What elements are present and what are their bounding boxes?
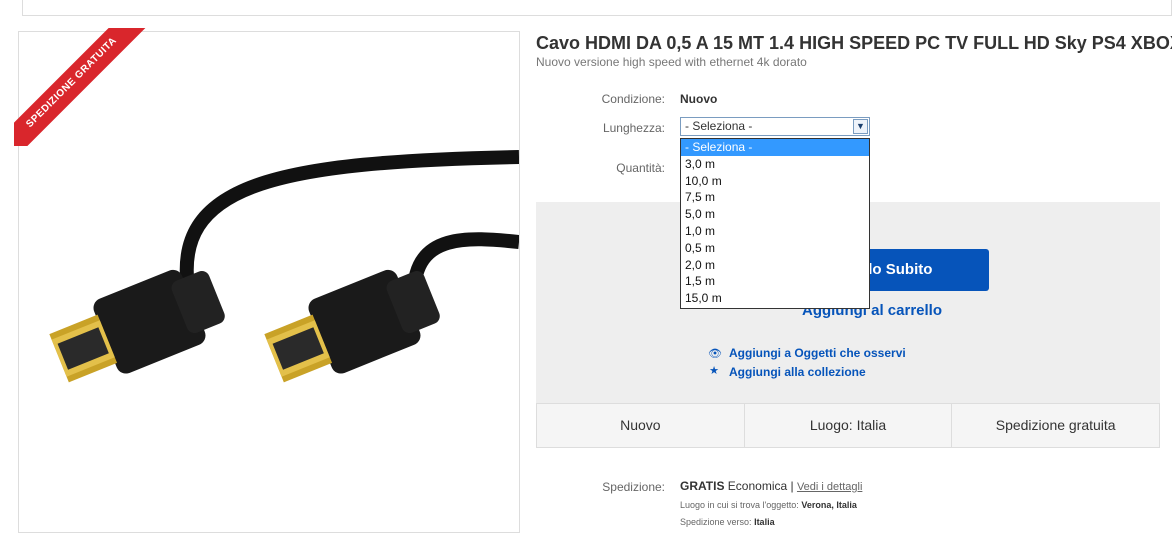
length-option[interactable]: 2,0 m xyxy=(681,257,869,274)
length-selected-value: - Seleziona - xyxy=(685,119,753,133)
ship-to: Spedizione verso: Italia xyxy=(680,517,775,527)
free-shipping-ribbon: SPEDIZIONE GRATUITA xyxy=(14,28,154,146)
ship-to-label: Spedizione verso: xyxy=(680,517,752,527)
item-location-value: Verona, Italia xyxy=(801,500,857,510)
attr-shipping: Spedizione gratuita xyxy=(951,404,1159,447)
length-select[interactable]: - Seleziona - ▼ xyxy=(680,117,870,136)
attr-condition: Nuovo xyxy=(620,417,661,433)
attr-location: Luogo: Italia xyxy=(743,404,952,447)
item-location: Luogo in cui si trova l'oggetto: Verona,… xyxy=(680,500,857,510)
collection-link[interactable]: Aggiungi alla collezione xyxy=(729,365,866,379)
item-location-label: Luogo in cui si trova l'oggetto: xyxy=(680,500,799,510)
shipping-label: Spedizione: xyxy=(602,480,665,494)
ship-to-value: Italia xyxy=(754,517,775,527)
length-option[interactable]: 10,0 m xyxy=(681,173,869,190)
length-option[interactable]: - Seleziona - xyxy=(681,139,869,156)
shipping-free: GRATIS xyxy=(680,479,725,493)
shipping-details-link[interactable]: Vedi i dettagli xyxy=(797,481,862,493)
length-label: Lunghezza: xyxy=(602,121,665,135)
shipping-line: GRATIS Economica | Vedi i dettagli xyxy=(680,479,862,493)
length-option[interactable]: 1,0 m xyxy=(681,223,869,240)
product-subtitle: Nuovo versione high speed with ethernet … xyxy=(536,55,807,69)
top-info-bar xyxy=(22,0,1172,16)
length-option[interactable]: 3,0 m xyxy=(681,156,869,173)
attribute-strip: Nuovo Luogo: Italia Spedizione gratuita xyxy=(536,403,1160,448)
length-option[interactable]: 7,5 m xyxy=(681,189,869,206)
quantity-label: Quantità: xyxy=(616,161,665,175)
star-icon: ★ xyxy=(709,365,719,377)
length-option[interactable]: 1,5 m xyxy=(681,273,869,290)
length-option[interactable]: 0,5 m xyxy=(681,240,869,257)
ribbon-text: SPEDIZIONE GRATUITA xyxy=(14,28,152,146)
condition-label: Condizione: xyxy=(601,92,665,106)
length-dropdown-list[interactable]: - Seleziona - 3,0 m 10,0 m 7,5 m 5,0 m 1… xyxy=(680,138,870,309)
condition-value: Nuovo xyxy=(680,92,718,106)
product-title: Cavo HDMI DA 0,5 A 15 MT 1.4 HIGH SPEED … xyxy=(536,33,1172,53)
length-option[interactable]: 5,0 m xyxy=(681,206,869,223)
length-option[interactable]: 15,0 m xyxy=(681,290,869,307)
shipping-type: Economica | xyxy=(727,479,794,493)
watch-link[interactable]: Aggiungi a Oggetti che osservi xyxy=(729,346,906,360)
chevron-down-icon[interactable]: ▼ xyxy=(853,119,868,134)
eye-icon: 👁 xyxy=(708,348,722,360)
